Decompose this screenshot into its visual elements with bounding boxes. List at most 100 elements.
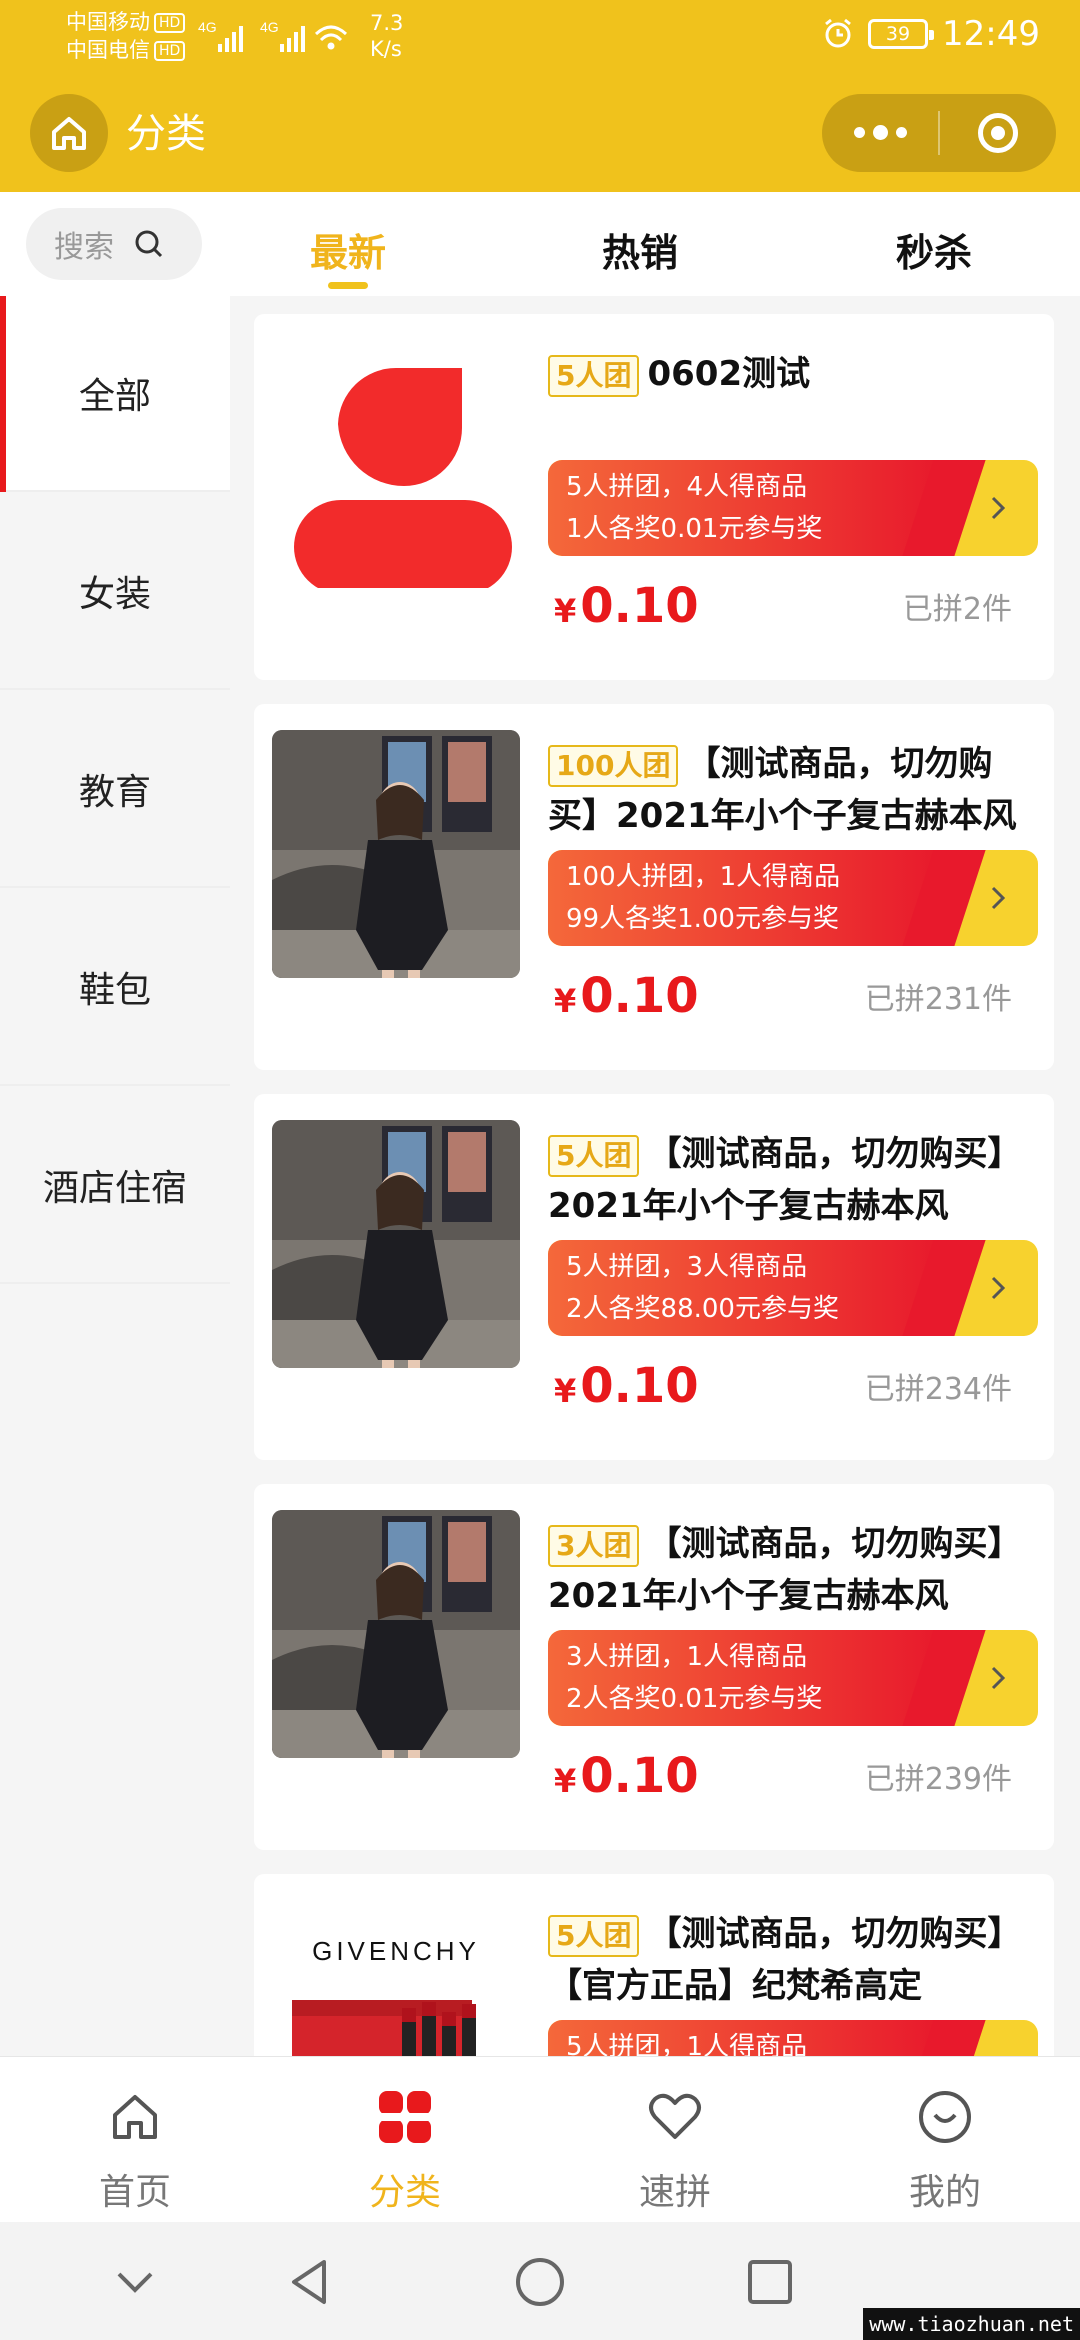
product-list: 5人团 0602测试 5人拼团，4人得商品 1人各奖0.01元参与奖 ¥0.10 … (254, 296, 1054, 2056)
network-label-2: 4G (260, 19, 279, 35)
chevron-right-icon (991, 1276, 1006, 1300)
promo-text: 5人拼团，4人得商品 1人各奖0.01元参与奖 (566, 466, 822, 550)
carrier-info: 中国移动 HD 中国电信 HD (66, 8, 186, 64)
sold-count: 已拼2件 (902, 592, 1012, 627)
promo-text: 5人拼团，1人得商品 (566, 2026, 807, 2056)
back-icon[interactable] (280, 2252, 340, 2312)
group-size-tag: 5人团 (548, 1914, 640, 1957)
product-image: GIVENCHY (272, 1900, 520, 2056)
product-card[interactable]: GIVENCHY 5人团 【测试商品，切勿购买】【官方正品】纪梵希高定 5人拼团，… (254, 1874, 1054, 2056)
tabbar-label: 分类 (368, 2172, 441, 2213)
chevron-down-icon[interactable] (105, 2252, 165, 2312)
price: ¥0.10 (554, 1746, 699, 1811)
sold-count: 已拼231件 (864, 982, 1012, 1017)
bottom-tab-bar: 首页 分类 速拼 我的 (0, 2056, 1080, 2222)
more-dots-icon (853, 124, 907, 140)
tabbar-label: 速拼 (638, 2172, 711, 2213)
product-card[interactable]: 5人团 【测试商品，切勿购买】2021年小个子复古赫本风 5人拼团，3人得商品 2… (254, 1094, 1054, 1460)
product-image (272, 340, 520, 588)
battery-indicator: 39 (868, 19, 935, 49)
currency-symbol: ¥ (554, 982, 577, 1020)
promo-line-2: 1人各奖0.01元参与奖 (566, 514, 823, 544)
search-input[interactable]: 搜索 (26, 208, 202, 280)
recent-apps-icon[interactable] (740, 2252, 800, 2312)
close-button[interactable] (940, 94, 1056, 172)
mini-program-capsule (822, 94, 1056, 172)
tabbar-item-quick-group[interactable]: 速拼 (540, 2057, 810, 2223)
tabbar-label: 我的 (908, 2172, 981, 2213)
carrier-1: 中国移动 (66, 10, 150, 34)
price-value: 0.10 (580, 578, 699, 634)
chevron-right-icon (991, 496, 1006, 520)
sold-count: 已拼239件 (864, 1762, 1012, 1797)
price-value: 0.10 (580, 968, 699, 1024)
dress-photo-image (272, 730, 520, 978)
tab-hot[interactable]: 热销 (602, 222, 678, 277)
watermark: www.tiaozhuan.net (863, 2308, 1080, 2340)
product-image (272, 730, 520, 978)
currency-symbol: ¥ (554, 1762, 577, 1800)
group-buy-banner[interactable]: 5人拼团，1人得商品 (548, 2020, 1038, 2056)
tab-newest[interactable]: 最新 (310, 222, 386, 277)
product-card[interactable]: 3人团 【测试商品，切勿购买】2021年小个子复古赫本风 3人拼团，1人得商品 2… (254, 1484, 1054, 1850)
promo-line-1: 5人拼团，3人得商品 (566, 1252, 808, 1282)
product-title-block: 5人团 0602测试 (548, 348, 1038, 400)
group-size-tag: 3人团 (548, 1524, 640, 1567)
category-icon (379, 2091, 431, 2143)
speed-value: 7.3 (370, 11, 404, 35)
more-button[interactable] (822, 94, 938, 172)
price-value: 0.10 (580, 1748, 699, 1804)
category-sidebar: 全部 女装 教育 鞋包 酒店住宿 (0, 296, 230, 2056)
active-tab-indicator (328, 282, 368, 289)
home-circle-icon[interactable] (510, 2252, 570, 2312)
price-value: 0.10 (580, 1358, 699, 1414)
product-title-block: 3人团 【测试商品，切勿购买】2021年小个子复古赫本风 (548, 1518, 1038, 1622)
home-button[interactable] (30, 94, 108, 172)
product-card[interactable]: 5人团 0602测试 5人拼团，4人得商品 1人各奖0.01元参与奖 ¥0.10 … (254, 314, 1054, 680)
price: ¥0.10 (554, 1356, 699, 1421)
tabbar-item-home[interactable]: 首页 (0, 2057, 270, 2223)
sidebar-item-all[interactable]: 全部 (0, 296, 230, 492)
product-title-block: 100人团 【测试商品，切勿购买】2021年小个子复古赫本风 (548, 738, 1038, 842)
system-navigation-bar: www.tiaozhuan.net (0, 2222, 1080, 2340)
smile-icon (919, 2091, 971, 2143)
currency-symbol: ¥ (554, 1372, 577, 1410)
title-bar: 分类 (0, 80, 1080, 192)
page-title: 分类 (126, 111, 206, 157)
group-size-tag: 100人团 (548, 744, 679, 787)
promo-line-2: 2人各奖88.00元参与奖 (566, 1294, 839, 1324)
sidebar-item-education[interactable]: 教育 (0, 692, 230, 888)
hd-badge: HD (154, 41, 186, 61)
search-icon (135, 230, 163, 258)
promo-line-1: 5人拼团，4人得商品 (566, 472, 808, 502)
tabbar-item-profile[interactable]: 我的 (810, 2057, 1080, 2223)
group-buy-banner[interactable]: 3人拼团，1人得商品 2人各奖0.01元参与奖 (548, 1630, 1038, 1726)
price: ¥0.10 (554, 576, 699, 641)
sidebar-item-hotel[interactable]: 酒店住宿 (0, 1088, 230, 1284)
dress-photo-image (272, 1120, 520, 1368)
sidebar-item-womens-clothing[interactable]: 女装 (0, 494, 230, 690)
tab-flash-sale[interactable]: 秒杀 (896, 222, 972, 277)
search-placeholder: 搜索 (54, 230, 114, 265)
status-bar: 中国移动 HD 中国电信 HD 4G 4G 7.3 K/s 39 12:49 (0, 0, 1080, 80)
tabbar-item-category[interactable]: 分类 (270, 2057, 540, 2223)
sidebar-item-shoes-bags[interactable]: 鞋包 (0, 890, 230, 1086)
carrier-2: 中国电信 (66, 38, 150, 62)
red-logo-image (272, 340, 520, 588)
dress-photo-image (272, 1510, 520, 1758)
group-buy-banner[interactable]: 100人拼团，1人得商品 99人各奖1.00元参与奖 (548, 850, 1038, 946)
group-buy-banner[interactable]: 5人拼团，4人得商品 1人各奖0.01元参与奖 (548, 460, 1038, 556)
speed-unit: K/s (370, 37, 402, 61)
heart-icon (649, 2093, 701, 2139)
top-navigation: 搜索 最新 热销 秒杀 (0, 192, 1080, 296)
chevron-right-icon (991, 886, 1006, 910)
currency-symbol: ¥ (554, 592, 577, 630)
group-size-tag: 5人团 (548, 354, 640, 397)
product-card[interactable]: 100人团 【测试商品，切勿购买】2021年小个子复古赫本风 100人拼团，1人得… (254, 704, 1054, 1070)
promo-line-2: 99人各奖1.00元参与奖 (566, 904, 839, 934)
promo-line-1: 3人拼团，1人得商品 (566, 1642, 808, 1672)
group-buy-banner[interactable]: 5人拼团，3人得商品 2人各奖88.00元参与奖 (548, 1240, 1038, 1336)
sold-count: 已拼234件 (864, 1372, 1012, 1407)
product-title: 0602测试 (647, 354, 811, 394)
tabbar-label: 首页 (98, 2172, 171, 2213)
